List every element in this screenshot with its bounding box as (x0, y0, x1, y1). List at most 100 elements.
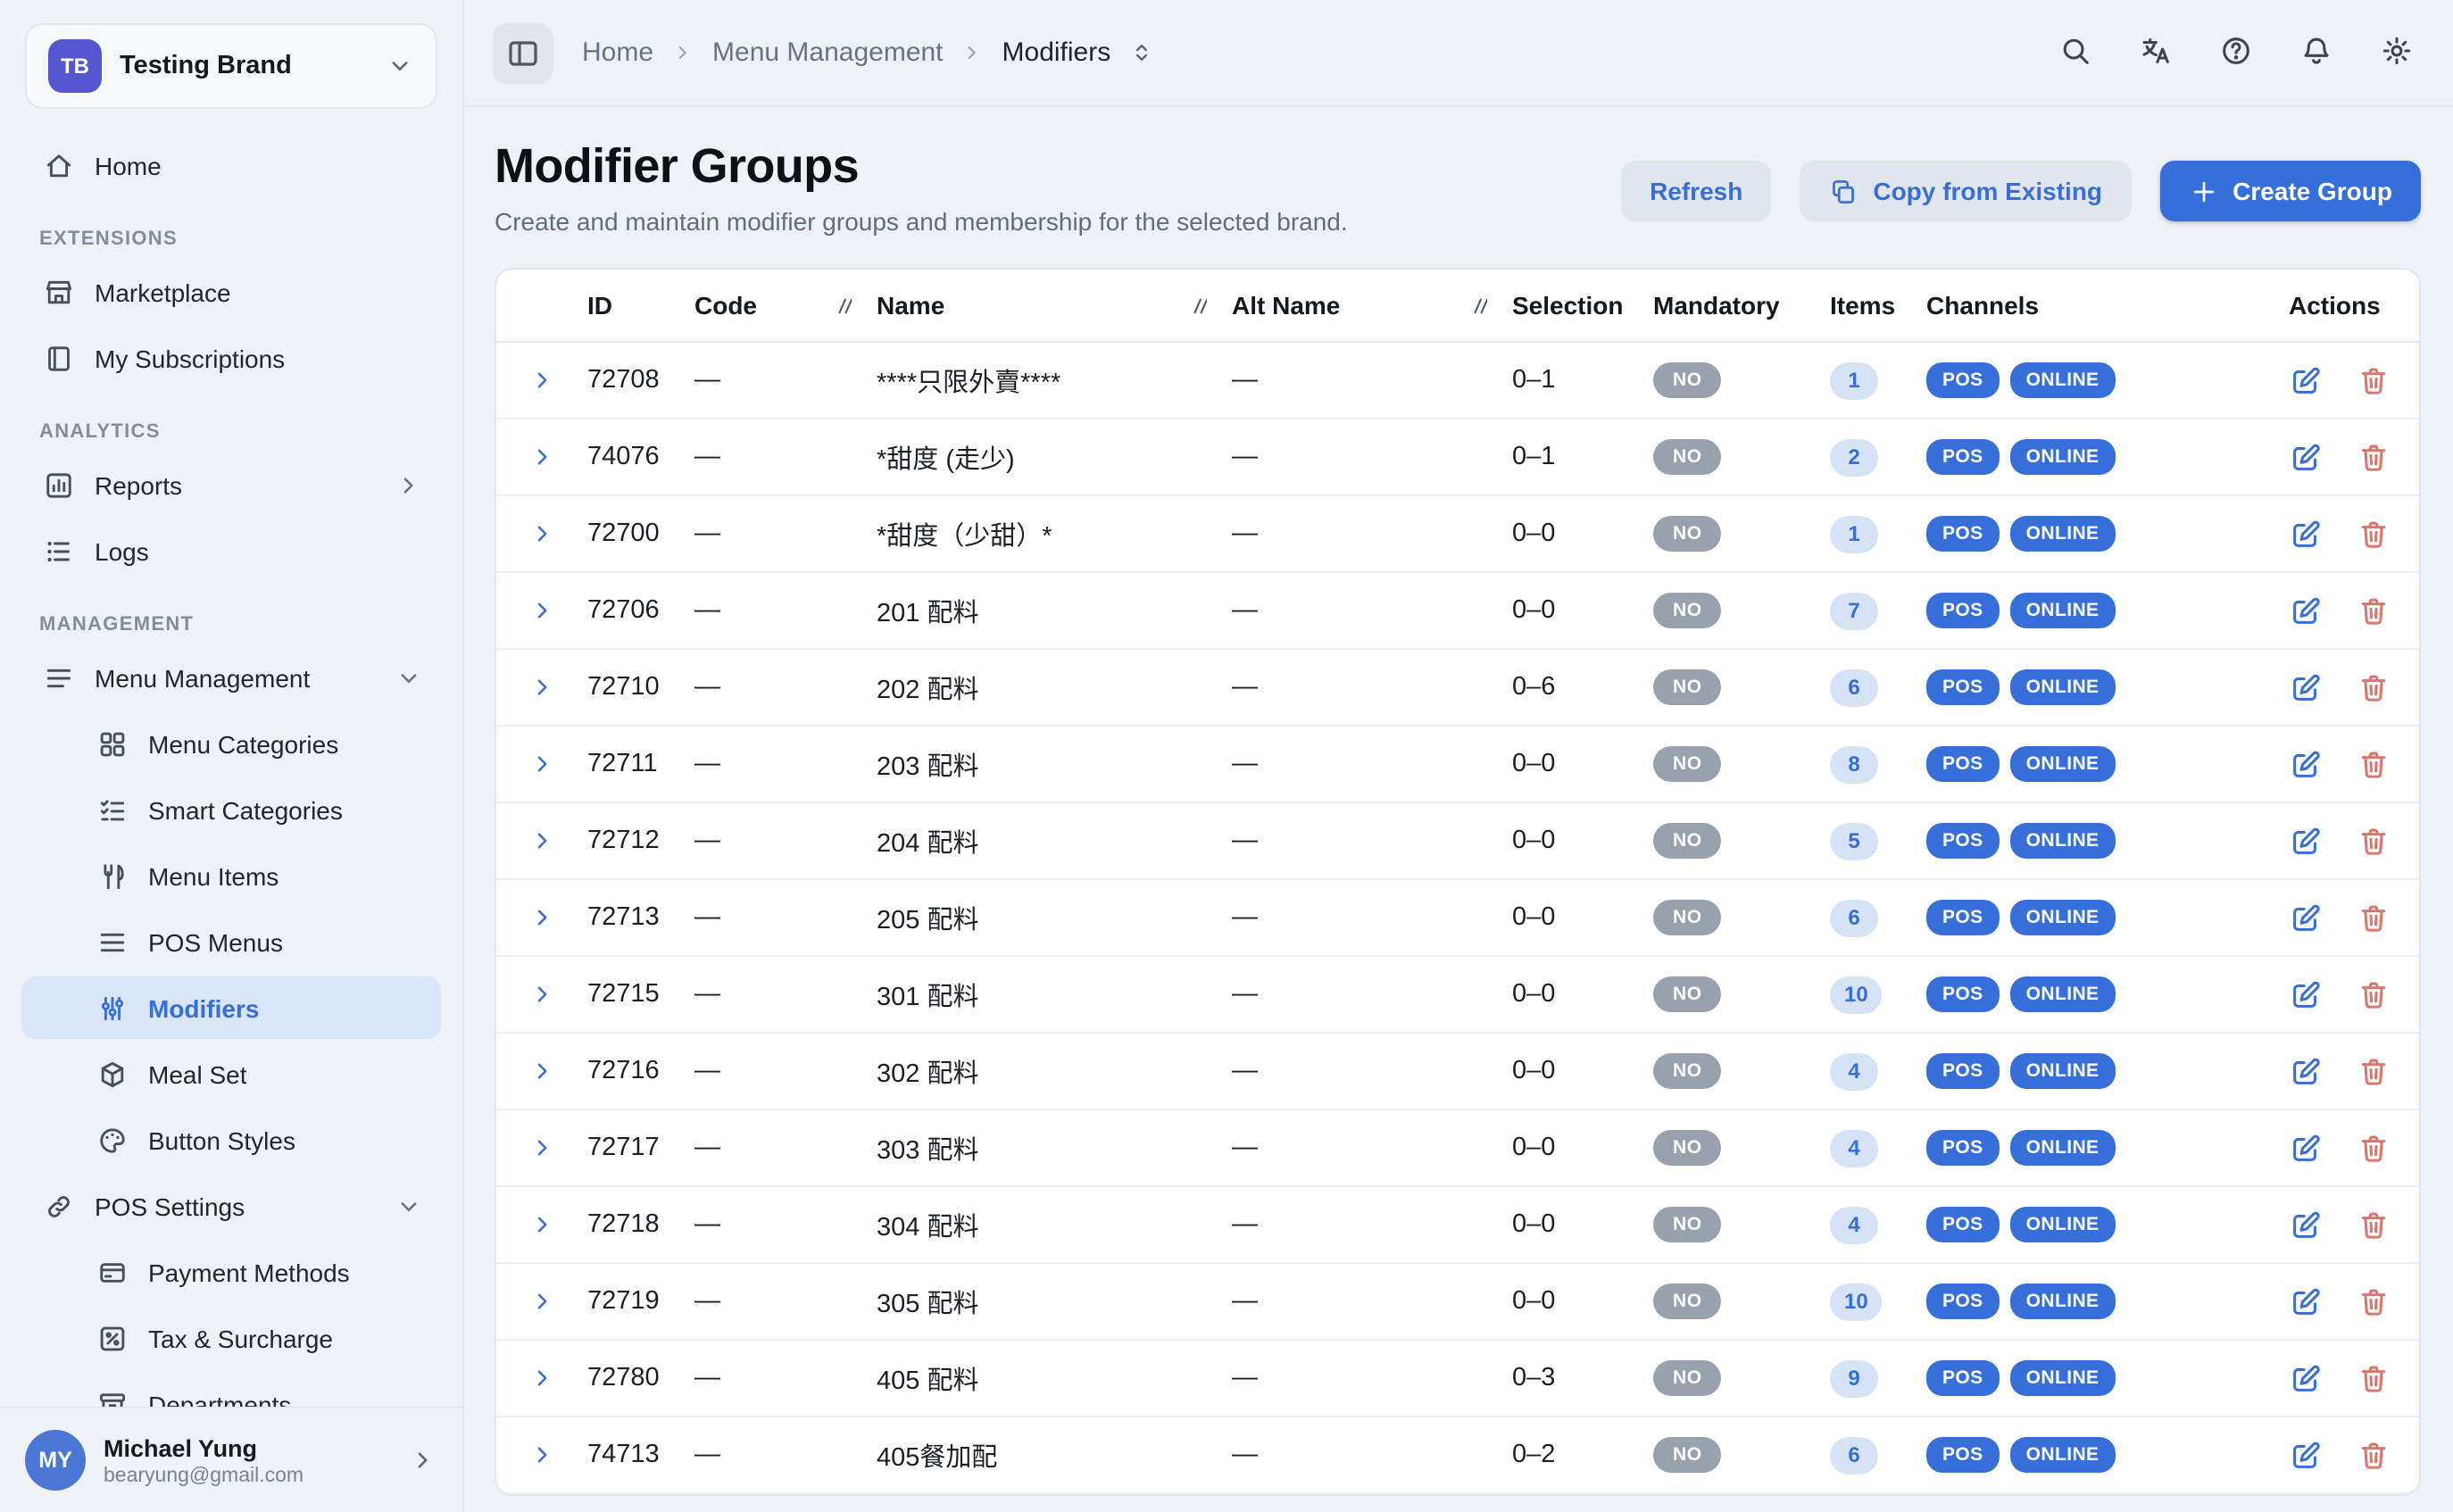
sidebar-item-menu-items[interactable]: Menu Items (21, 844, 441, 907)
delete-button[interactable] (2357, 1131, 2391, 1165)
delete-button[interactable] (2357, 1284, 2391, 1318)
breadcrumb-item-home[interactable]: Home (582, 37, 653, 68)
row-selection: 0–0 (1512, 1134, 1653, 1162)
row-expand-button[interactable] (528, 1364, 556, 1392)
column-header-name[interactable]: Name (877, 291, 1232, 320)
sidebar-item-smart-categories[interactable]: Smart Categories (21, 778, 441, 841)
column-header-selection[interactable]: Selection (1512, 291, 1653, 320)
search-button[interactable] (2058, 33, 2092, 72)
sidebar-item-marketplace[interactable]: Marketplace (21, 261, 441, 323)
edit-button[interactable] (2289, 670, 2323, 704)
delete-button[interactable] (2357, 363, 2391, 397)
sidebar-toggle-button[interactable] (493, 22, 553, 83)
edit-button[interactable] (2289, 1284, 2323, 1318)
delete-button[interactable] (2357, 901, 2391, 935)
column-header-actions[interactable]: Actions (2266, 291, 2419, 320)
sidebar-item-reports[interactable]: Reports (21, 453, 441, 516)
edit-button[interactable] (2289, 517, 2323, 551)
departments-icon (96, 1388, 129, 1407)
column-header-code[interactable]: Code (694, 291, 877, 320)
breadcrumb-switcher-icon[interactable] (1128, 39, 1155, 66)
edit-button[interactable] (2289, 594, 2323, 627)
brand-selector[interactable]: TB Testing Brand (25, 23, 437, 109)
user-card[interactable]: MY Michael Yung bearyung@gmail.com (0, 1407, 462, 1512)
create-group-button[interactable]: Create Group (2159, 161, 2421, 221)
items-count-badge: 8 (1830, 745, 1878, 783)
sidebar-item-payment-methods[interactable]: Payment Methods (21, 1241, 441, 1303)
sidebar-item-home[interactable]: Home (21, 134, 441, 196)
help-button[interactable] (2219, 33, 2253, 72)
sidebar-item-pos-settings[interactable]: POS Settings (21, 1175, 441, 1237)
sidebar-item-pos-menus[interactable]: POS Menus (21, 910, 441, 973)
row-id: 72706 (587, 596, 694, 625)
edit-button[interactable] (2289, 1131, 2323, 1165)
translate-button[interactable] (2139, 33, 2173, 72)
sidebar-item-menu-management[interactable]: Menu Management (21, 646, 441, 709)
column-resize-handle[interactable] (1191, 298, 1207, 314)
row-expand-button[interactable] (528, 443, 556, 471)
row-expand-button[interactable] (528, 827, 556, 855)
edit-button[interactable] (2289, 1361, 2323, 1395)
notifications-button[interactable] (2299, 33, 2333, 72)
channel-pill-pos: POS (1926, 516, 2000, 552)
edit-button[interactable] (2289, 440, 2323, 474)
items-count-badge: 5 (1830, 822, 1878, 860)
row-expand-button[interactable] (528, 596, 556, 625)
sidebar-item-button-styles[interactable]: Button Styles (21, 1109, 441, 1171)
delete-button[interactable] (2357, 440, 2391, 474)
row-expand-button[interactable] (528, 1057, 556, 1085)
delete-button[interactable] (2357, 1438, 2391, 1472)
edit-button[interactable] (2289, 1438, 2323, 1472)
column-header-alt[interactable]: Alt Name (1232, 291, 1512, 320)
column-header-label: Code (694, 291, 757, 320)
column-header-items[interactable]: Items (1817, 291, 1926, 320)
column-header-id[interactable]: ID (587, 291, 694, 320)
row-expand-button[interactable] (528, 1287, 556, 1316)
column-header-mandatory[interactable]: Mandatory (1653, 291, 1817, 320)
row-id: 72712 (587, 827, 694, 855)
edit-button[interactable] (2289, 1054, 2323, 1088)
delete-button[interactable] (2357, 977, 2391, 1011)
delete-button[interactable] (2357, 1361, 2391, 1395)
row-expand-button[interactable] (528, 1134, 556, 1162)
row-expand-button[interactable] (528, 673, 556, 702)
delete-button[interactable] (2357, 517, 2391, 551)
row-expand-button[interactable] (528, 366, 556, 395)
edit-button[interactable] (2289, 824, 2323, 858)
delete-button[interactable] (2357, 1054, 2391, 1088)
row-expand-button[interactable] (528, 903, 556, 932)
row-expand-button[interactable] (528, 519, 556, 548)
column-resize-handle[interactable] (1471, 298, 1487, 314)
delete-button[interactable] (2357, 1208, 2391, 1242)
breadcrumb-item-modifiers[interactable]: Modifiers (1002, 37, 1111, 68)
column-header-channels[interactable]: Channels (1926, 291, 2266, 320)
refresh-button[interactable]: Refresh (1621, 161, 1771, 221)
column-resize-handle[interactable] (836, 298, 852, 314)
sidebar-item-logs[interactable]: Logs (21, 519, 441, 582)
copy-from-existing-button[interactable]: Copy from Existing (1800, 161, 2131, 221)
edit-icon (2289, 670, 2323, 704)
row-expand-button[interactable] (528, 980, 556, 1009)
delete-button[interactable] (2357, 747, 2391, 781)
edit-button[interactable] (2289, 747, 2323, 781)
row-expand-button[interactable] (528, 750, 556, 778)
sidebar-item-menu-categories[interactable]: Menu Categories (21, 712, 441, 775)
delete-button[interactable] (2357, 594, 2391, 627)
sidebar-item-my-subscriptions[interactable]: My Subscriptions (21, 327, 441, 389)
row-selection: 0–1 (1512, 443, 1653, 471)
edit-button[interactable] (2289, 1208, 2323, 1242)
settings-button[interactable] (2380, 33, 2414, 72)
edit-button[interactable] (2289, 977, 2323, 1011)
delete-button[interactable] (2357, 824, 2391, 858)
sidebar-item-departments[interactable]: Departments (21, 1373, 441, 1407)
edit-button[interactable] (2289, 901, 2323, 935)
edit-button[interactable] (2289, 363, 2323, 397)
sidebar-item-meal-set[interactable]: Meal Set (21, 1043, 441, 1105)
sidebar-item-tax-surcharge[interactable]: Tax & Surcharge (21, 1307, 441, 1369)
delete-button[interactable] (2357, 670, 2391, 704)
row-expand-button[interactable] (528, 1210, 556, 1239)
sidebar-item-modifiers[interactable]: Modifiers (21, 976, 441, 1039)
row-code: — (694, 1134, 877, 1162)
row-expand-button[interactable] (528, 1441, 556, 1469)
breadcrumb-item-menu-management[interactable]: Menu Management (712, 37, 944, 68)
